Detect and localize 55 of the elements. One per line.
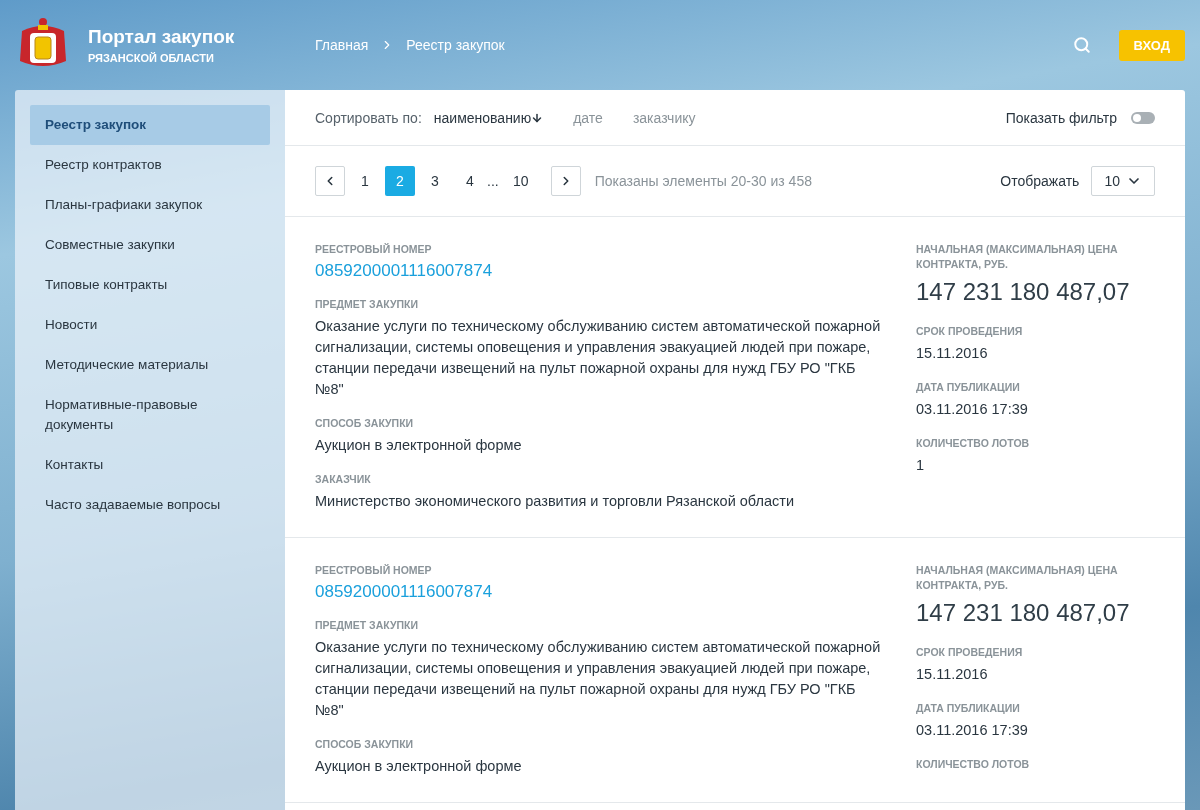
field-label: ДАТА ПУБЛИКАЦИИ	[916, 701, 1021, 716]
field-label: РЕЕСТРОВЫЙ НОМЕР	[315, 242, 433, 257]
field-label: СРОК ПРОВЕДЕНИЯ	[916, 324, 1024, 339]
page-button[interactable]: 3	[420, 166, 450, 196]
field-value: Оказание услуги по техническому обслуживанию систем автоматической пожарной сигнализации, системы оповещения и управления эвакуацией людей при пожаре, станции передачи извещений на пульт пожарной охраны для нужд ГБУ РО "ГКБ №8"	[315, 317, 882, 399]
sidebar-item[interactable]: Планы-графиаки закупок	[30, 185, 270, 225]
field-value: 03.11.2016 17:39	[916, 400, 1029, 419]
filter-toggle[interactable]	[1131, 111, 1155, 124]
sidebar-item[interactable]: Совместные закупки	[30, 225, 270, 265]
field-label: СРОК ПРОВЕДЕНИЯ	[916, 645, 1024, 660]
sort-option[interactable]: наименованию	[433, 109, 544, 126]
field-value: 15.11.2016	[916, 344, 989, 363]
filter-label: Показать фильтр	[1005, 109, 1117, 126]
page-ellipsis: ...	[487, 173, 499, 189]
sidebar-item[interactable]: Нормативные-правовые документы	[30, 385, 270, 445]
field-label: СПОСОБ ЗАКУПКИ	[315, 416, 415, 431]
field-label: НАЧАЛЬНАЯ (МАКСИМАЛЬНАЯ) ЦЕНА КОНТРАКТА, РУБ.	[916, 563, 1119, 593]
field-label: КОЛИЧЕСТВО ЛОТОВ	[916, 757, 1031, 772]
pagination-summary: Показаны элементы 20-30 из 458	[594, 173, 812, 189]
field-value: Аукцион в электронной форме	[315, 436, 523, 455]
page-button[interactable]: 1	[350, 166, 380, 196]
price-value: 147 231 180 487,07	[916, 598, 1131, 628]
field-value: Оказание услуги по техническому обслуживанию систем автоматической пожарной сигнализации, системы оповещения и управления эвакуацией людей при пожаре, станции передачи извещений на пульт пожарной охраны для нужд ГБУ РО "ГКБ №8"	[315, 638, 882, 720]
field-label: СПОСОБ ЗАКУПКИ	[315, 737, 415, 752]
field-label: ПРЕДМЕТ ЗАКУПКИ	[315, 618, 419, 633]
field-label: РЕЕСТРОВЫЙ НОМЕР	[315, 563, 433, 578]
field-label: НАЧАЛЬНАЯ (МАКСИМАЛЬНАЯ) ЦЕНА КОНТРАКТА, РУБ.	[916, 242, 1119, 272]
page-button[interactable]: 4	[455, 166, 485, 196]
field-label: ЗАКАЗЧИК	[315, 472, 372, 487]
field-value: Аукцион в электронной форме	[315, 757, 523, 776]
previous-page-button[interactable]	[315, 166, 345, 196]
page-button[interactable]: 10	[505, 166, 536, 196]
field-label: КОЛИЧЕСТВО ЛОТОВ	[916, 436, 1031, 451]
field-value: 03.11.2016 17:39	[916, 721, 1029, 740]
sort-label: Сортировать по:	[315, 109, 422, 126]
sidebar-item[interactable]: Новости	[30, 305, 270, 345]
portal-subtitle: РЯЗАНСКОЙ ОБЛАСТИ	[88, 52, 215, 64]
portal-title: Портал закупок	[88, 26, 235, 48]
sidebar-item[interactable]: Реестр контрактов	[30, 145, 270, 185]
sidebar-item[interactable]: Контакты	[30, 445, 270, 485]
field-label: ПРЕДМЕТ ЗАКУПКИ	[315, 297, 419, 312]
field-value: 15.11.2016	[916, 665, 989, 684]
search-icon[interactable]	[1072, 36, 1091, 54]
per-page-label: Отображать	[1000, 173, 1080, 189]
price-value: 147 231 180 487,07	[916, 277, 1131, 307]
sidebar-item[interactable]: Реестр закупок	[30, 105, 270, 145]
sidebar-item[interactable]: Часто задаваемые вопросы	[30, 485, 270, 525]
sort-arrow-icon	[531, 111, 544, 124]
per-page-select[interactable]: 10	[1091, 166, 1155, 196]
sidebar-item[interactable]: Типовые контракты	[30, 265, 270, 305]
field-value: 1	[916, 456, 926, 475]
field-value: Министерство экономического развития и торговли Рязанской области	[315, 492, 795, 511]
next-page-button[interactable]	[550, 166, 581, 196]
sidebar-item[interactable]: Методические материалы	[30, 345, 270, 385]
field-label: ДАТА ПУБЛИКАЦИИ	[916, 380, 1021, 395]
